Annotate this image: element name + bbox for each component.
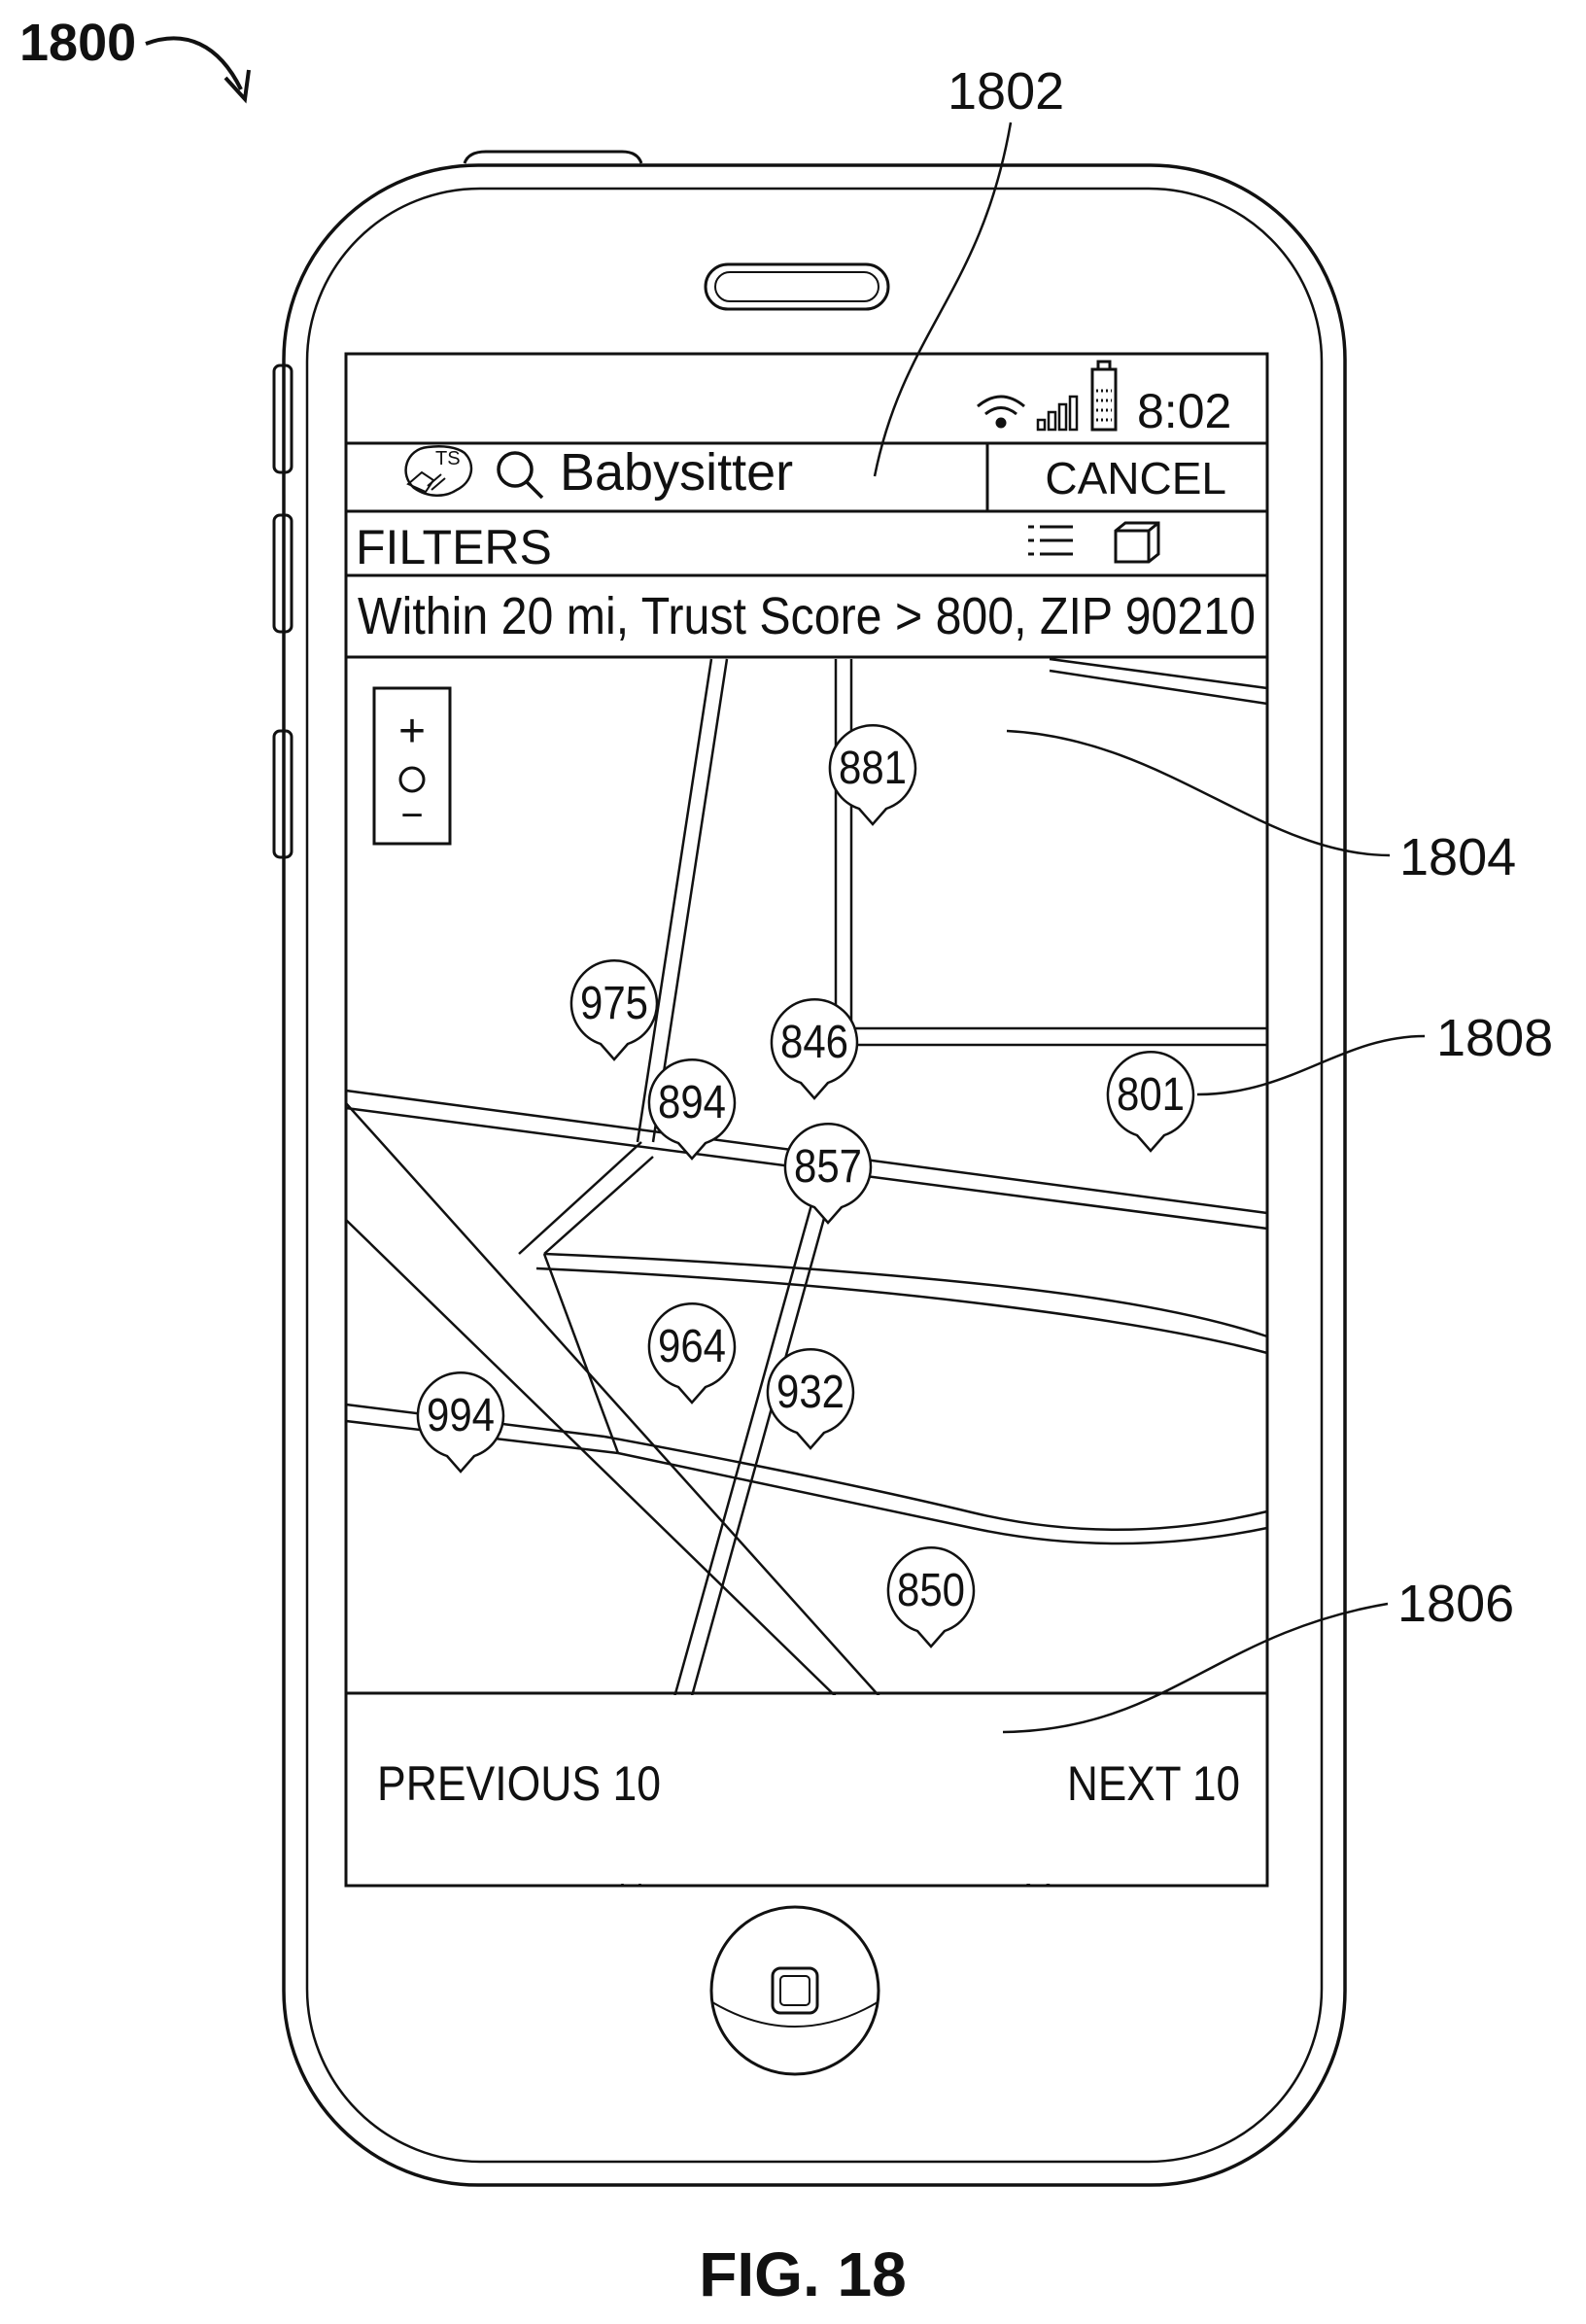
home-button[interactable]	[711, 1907, 879, 2074]
speaker-grille	[706, 264, 888, 309]
patent-figure: 1800	[0, 0, 1586, 2324]
pin-score: 964	[658, 1321, 726, 1372]
status-time: 8:02	[1137, 384, 1231, 438]
speaker-grille-inner	[715, 272, 879, 301]
zoom-in-button[interactable]: +	[398, 706, 426, 757]
callout-1802: 1802	[948, 62, 1064, 121]
pin-score: 894	[658, 1077, 726, 1128]
pin-score: 932	[776, 1367, 845, 1418]
search-query[interactable]: Babysitter	[560, 443, 793, 502]
home-square-icon	[773, 1968, 817, 2013]
next-10-button[interactable]: NEXT 10	[1067, 1756, 1240, 1811]
zoom-control[interactable]: + −	[374, 688, 450, 844]
home-square-icon-inner	[780, 1976, 810, 2005]
callout-1808: 1808	[1436, 1009, 1553, 1067]
cancel-button[interactable]: CANCEL	[1045, 453, 1226, 503]
figure-caption: FIG. 18	[699, 2239, 906, 2309]
filters-title[interactable]: FILTERS	[356, 520, 552, 574]
pin-score: 975	[580, 978, 648, 1029]
pin-score: 994	[427, 1390, 495, 1441]
previous-10-button[interactable]: PREVIOUS 10	[377, 1756, 661, 1811]
figure-number: 1800	[19, 14, 136, 72]
pin-score: 850	[897, 1565, 965, 1616]
power-button	[465, 152, 641, 163]
pin-score: 881	[839, 743, 907, 794]
logo-text: TS	[435, 448, 461, 469]
callout-1806: 1806	[1397, 1575, 1514, 1633]
filter-summary: Within 20 mi, Trust Score > 800, ZIP 902…	[358, 587, 1256, 645]
zoom-out-button[interactable]: −	[400, 794, 423, 837]
pin-score: 846	[780, 1017, 848, 1068]
callout-1804: 1804	[1399, 828, 1516, 886]
pin-score: 857	[794, 1141, 862, 1193]
screen: 8:02 TS Babysitter CANCEL FILTERS	[346, 354, 1267, 1886]
pin-score: 801	[1117, 1069, 1185, 1121]
